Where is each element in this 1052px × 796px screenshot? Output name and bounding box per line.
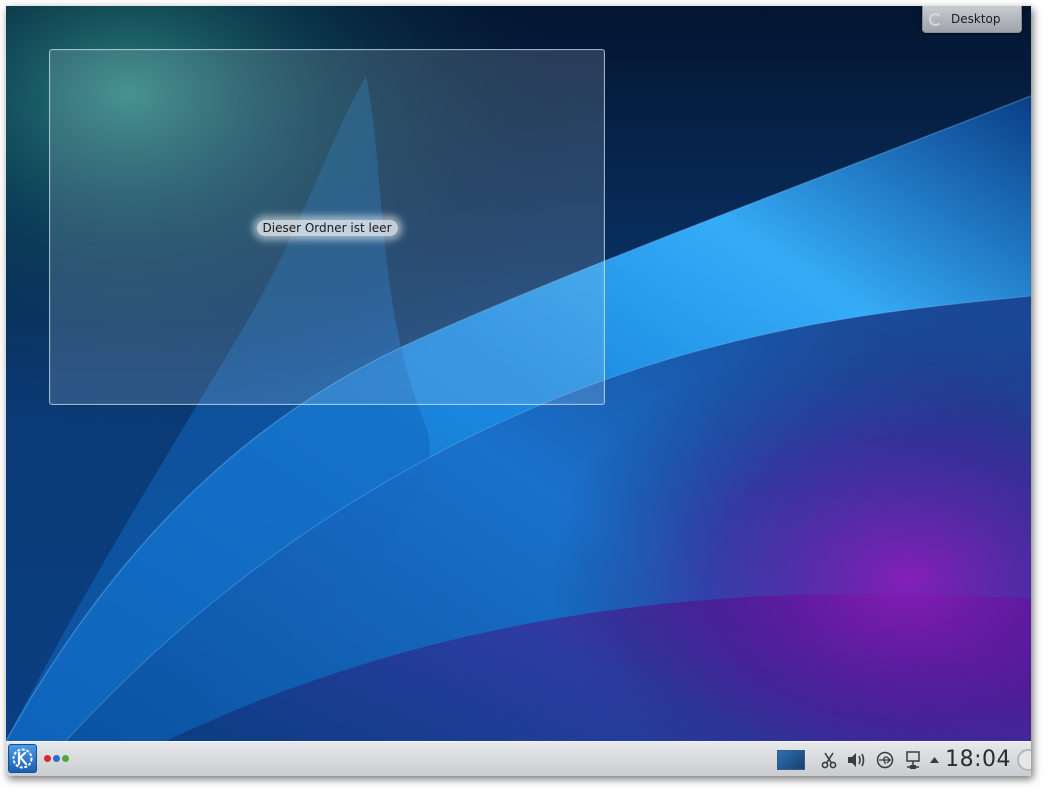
device-notifier-button[interactable]	[873, 748, 897, 772]
toolbox-label: Desktop	[951, 12, 1001, 26]
network-icon	[906, 750, 920, 769]
activity-dot-blue	[53, 755, 60, 762]
desktop-toolbox-button[interactable]: Desktop	[922, 6, 1022, 33]
system-tray: 18:04	[777, 742, 1031, 776]
volume-button[interactable]	[845, 748, 869, 772]
folder-empty-message: Dieser Ordner ist leer	[256, 220, 398, 236]
desktop-screen: Desktop Dieser Ordner ist leer 18:04	[6, 6, 1031, 776]
folder-view-widget[interactable]: Dieser Ordner ist leer	[49, 49, 605, 405]
digital-clock[interactable]: 18:04	[945, 747, 1011, 772]
plasma-toolbox-icon	[929, 12, 942, 26]
folder-empty-message-container: Dieser Ordner ist leer	[50, 220, 604, 236]
panel-toolbox-icon	[1017, 748, 1031, 771]
clipboard-button[interactable]	[817, 748, 841, 772]
scissors-icon	[821, 752, 837, 768]
virtual-desktop-pager-icon[interactable]	[777, 749, 806, 770]
panel-toolbox-button[interactable]	[1017, 746, 1031, 774]
usb-device-notifier-icon	[876, 751, 894, 768]
application-launcher-button[interactable]	[8, 744, 37, 773]
activity-dot-green	[62, 755, 69, 762]
tray-expander-button[interactable]	[927, 748, 941, 772]
kde-logo-icon	[12, 748, 33, 769]
up-arrow-icon	[929, 756, 939, 763]
network-button[interactable]	[901, 748, 925, 772]
speaker-volume-icon	[848, 752, 865, 767]
activity-dot-red	[44, 755, 51, 762]
activity-switcher[interactable]	[44, 755, 69, 762]
taskbar-panel: 18:04	[6, 741, 1031, 776]
